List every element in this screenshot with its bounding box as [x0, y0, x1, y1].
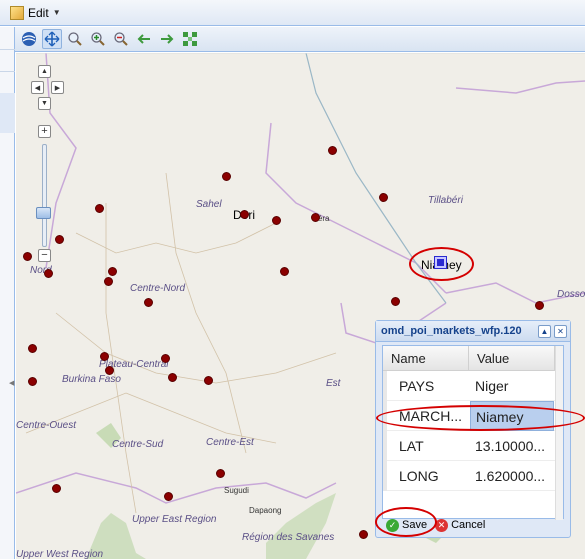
grid-row[interactable]: MARCH... Niamey: [383, 401, 563, 431]
feature-popup: omd_poi_markets_wfp.120 ▲ ✕ Name Value P…: [375, 320, 585, 538]
label-upper-west: Upper West Region: [16, 549, 104, 559]
label-burkina-faso: Burkina Faso: [62, 374, 121, 385]
zoom-slider-track[interactable]: [42, 144, 47, 247]
collapse-icon[interactable]: ▲: [538, 324, 551, 338]
zoom-out-button[interactable]: −: [38, 249, 51, 262]
label-region-savanes: Région des Savanes: [242, 532, 335, 543]
market-marker[interactable]: [52, 484, 61, 493]
market-marker[interactable]: [311, 213, 320, 222]
popup-footer: ✓ Save ✕ Cancel: [376, 513, 572, 537]
row-name: LONG: [383, 461, 470, 491]
label-tillaberi: Tillabéri: [428, 195, 463, 206]
market-marker[interactable]: [216, 469, 225, 478]
market-marker[interactable]: [535, 301, 544, 310]
row-value[interactable]: Niger: [470, 371, 554, 401]
row-value[interactable]: 1.620000...: [470, 461, 554, 491]
label-dosso: Dosso: [557, 289, 585, 300]
popup-title: omd_poi_markets_wfp.120: [381, 325, 522, 337]
edit-label: Edit: [28, 5, 49, 20]
zoom-slider-thumb[interactable]: [36, 207, 51, 219]
map-view[interactable]: Sahel Dori Téra Tillabéri Niamey Dosso N…: [16, 53, 585, 559]
pan-up-button[interactable]: ▲: [38, 65, 51, 78]
label-dapaong: Dapaong: [249, 506, 282, 515]
left-panel-selected-row[interactable]: [0, 93, 15, 133]
market-marker[interactable]: [379, 193, 388, 202]
selected-market-marker[interactable]: [434, 256, 447, 269]
grid-row[interactable]: LAT 13.10000...: [383, 431, 563, 461]
label-est: Est: [326, 378, 341, 389]
market-marker[interactable]: [28, 344, 37, 353]
market-marker[interactable]: [104, 277, 113, 286]
market-marker[interactable]: [44, 269, 53, 278]
market-marker[interactable]: [28, 377, 37, 386]
grid-row[interactable]: LONG 1.620000...: [383, 461, 563, 491]
forward-arrow-icon[interactable]: [157, 29, 177, 49]
market-marker[interactable]: [204, 376, 213, 385]
row-value-selected[interactable]: Niamey: [470, 401, 554, 431]
label-centre-est: Centre-Est: [206, 437, 254, 448]
check-icon: ✓: [386, 518, 399, 532]
full-extent-icon[interactable]: [180, 29, 200, 49]
label-centre-sud: Centre-Sud: [112, 439, 164, 450]
market-marker[interactable]: [164, 492, 173, 501]
cancel-icon: ✕: [435, 518, 449, 532]
grid-header: Name Value: [383, 346, 563, 371]
market-marker[interactable]: [144, 298, 153, 307]
map-navigation-control: ▲ ◀ ▶ ▼ + −: [31, 64, 67, 264]
grid-row[interactable]: PAYS Niger: [383, 371, 563, 401]
market-marker[interactable]: [95, 204, 104, 213]
popup-header: omd_poi_markets_wfp.120 ▲ ✕: [376, 321, 570, 342]
left-panel: ◀: [0, 27, 15, 559]
market-marker[interactable]: [240, 210, 249, 219]
row-name: LAT: [383, 431, 470, 461]
globe-icon[interactable]: [19, 29, 39, 49]
zoom-in-button[interactable]: +: [38, 125, 51, 138]
save-button[interactable]: ✓ Save: [386, 518, 428, 532]
market-marker[interactable]: [280, 267, 289, 276]
label-centre-nord: Centre-Nord: [130, 283, 186, 294]
chevron-down-icon: ▼: [52, 8, 61, 17]
column-header-name[interactable]: Name: [383, 346, 469, 371]
market-marker[interactable]: [168, 373, 177, 382]
grid-scrollbar[interactable]: [555, 346, 563, 520]
map-toolbar: [15, 27, 585, 52]
market-marker[interactable]: [328, 146, 337, 155]
top-toolbar: Edit ▼: [0, 0, 585, 26]
row-name: MARCH...: [383, 401, 470, 431]
edit-menu-button[interactable]: Edit ▼: [6, 4, 65, 22]
pan-icon[interactable]: [42, 29, 62, 49]
market-marker[interactable]: [272, 216, 281, 225]
market-marker[interactable]: [161, 354, 170, 363]
back-arrow-icon[interactable]: [134, 29, 154, 49]
cancel-button[interactable]: ✕ Cancel: [435, 518, 486, 532]
label-sugudi: Sugudi: [224, 486, 249, 495]
label-sahel: Sahel: [196, 199, 222, 210]
row-value[interactable]: 13.10000...: [470, 431, 554, 461]
zoom-in-icon[interactable]: [88, 29, 108, 49]
market-marker[interactable]: [23, 252, 32, 261]
zoom-icon[interactable]: [65, 29, 85, 49]
row-name: PAYS: [383, 371, 470, 401]
cancel-label: Cancel: [451, 519, 486, 531]
column-header-value[interactable]: Value: [469, 346, 555, 371]
pencil-icon: [10, 5, 24, 20]
market-marker[interactable]: [100, 352, 109, 361]
attribute-grid: Name Value PAYS Niger MARCH... Niamey LA…: [382, 345, 564, 520]
zoom-out-icon[interactable]: [111, 29, 131, 49]
market-marker[interactable]: [105, 366, 114, 375]
market-marker[interactable]: [108, 267, 117, 276]
close-icon[interactable]: ✕: [554, 324, 567, 338]
pan-right-button[interactable]: ▶: [51, 81, 64, 94]
panel-collapse-grip-icon[interactable]: ◀: [9, 379, 14, 387]
save-label: Save: [402, 519, 428, 531]
pan-down-button[interactable]: ▼: [38, 97, 51, 110]
label-upper-east: Upper East Region: [132, 514, 217, 525]
pan-left-button[interactable]: ◀: [31, 81, 44, 94]
market-marker[interactable]: [359, 530, 368, 539]
label-centre-ouest: Centre-Ouest: [16, 420, 77, 431]
market-marker[interactable]: [391, 297, 400, 306]
market-marker[interactable]: [222, 172, 231, 181]
